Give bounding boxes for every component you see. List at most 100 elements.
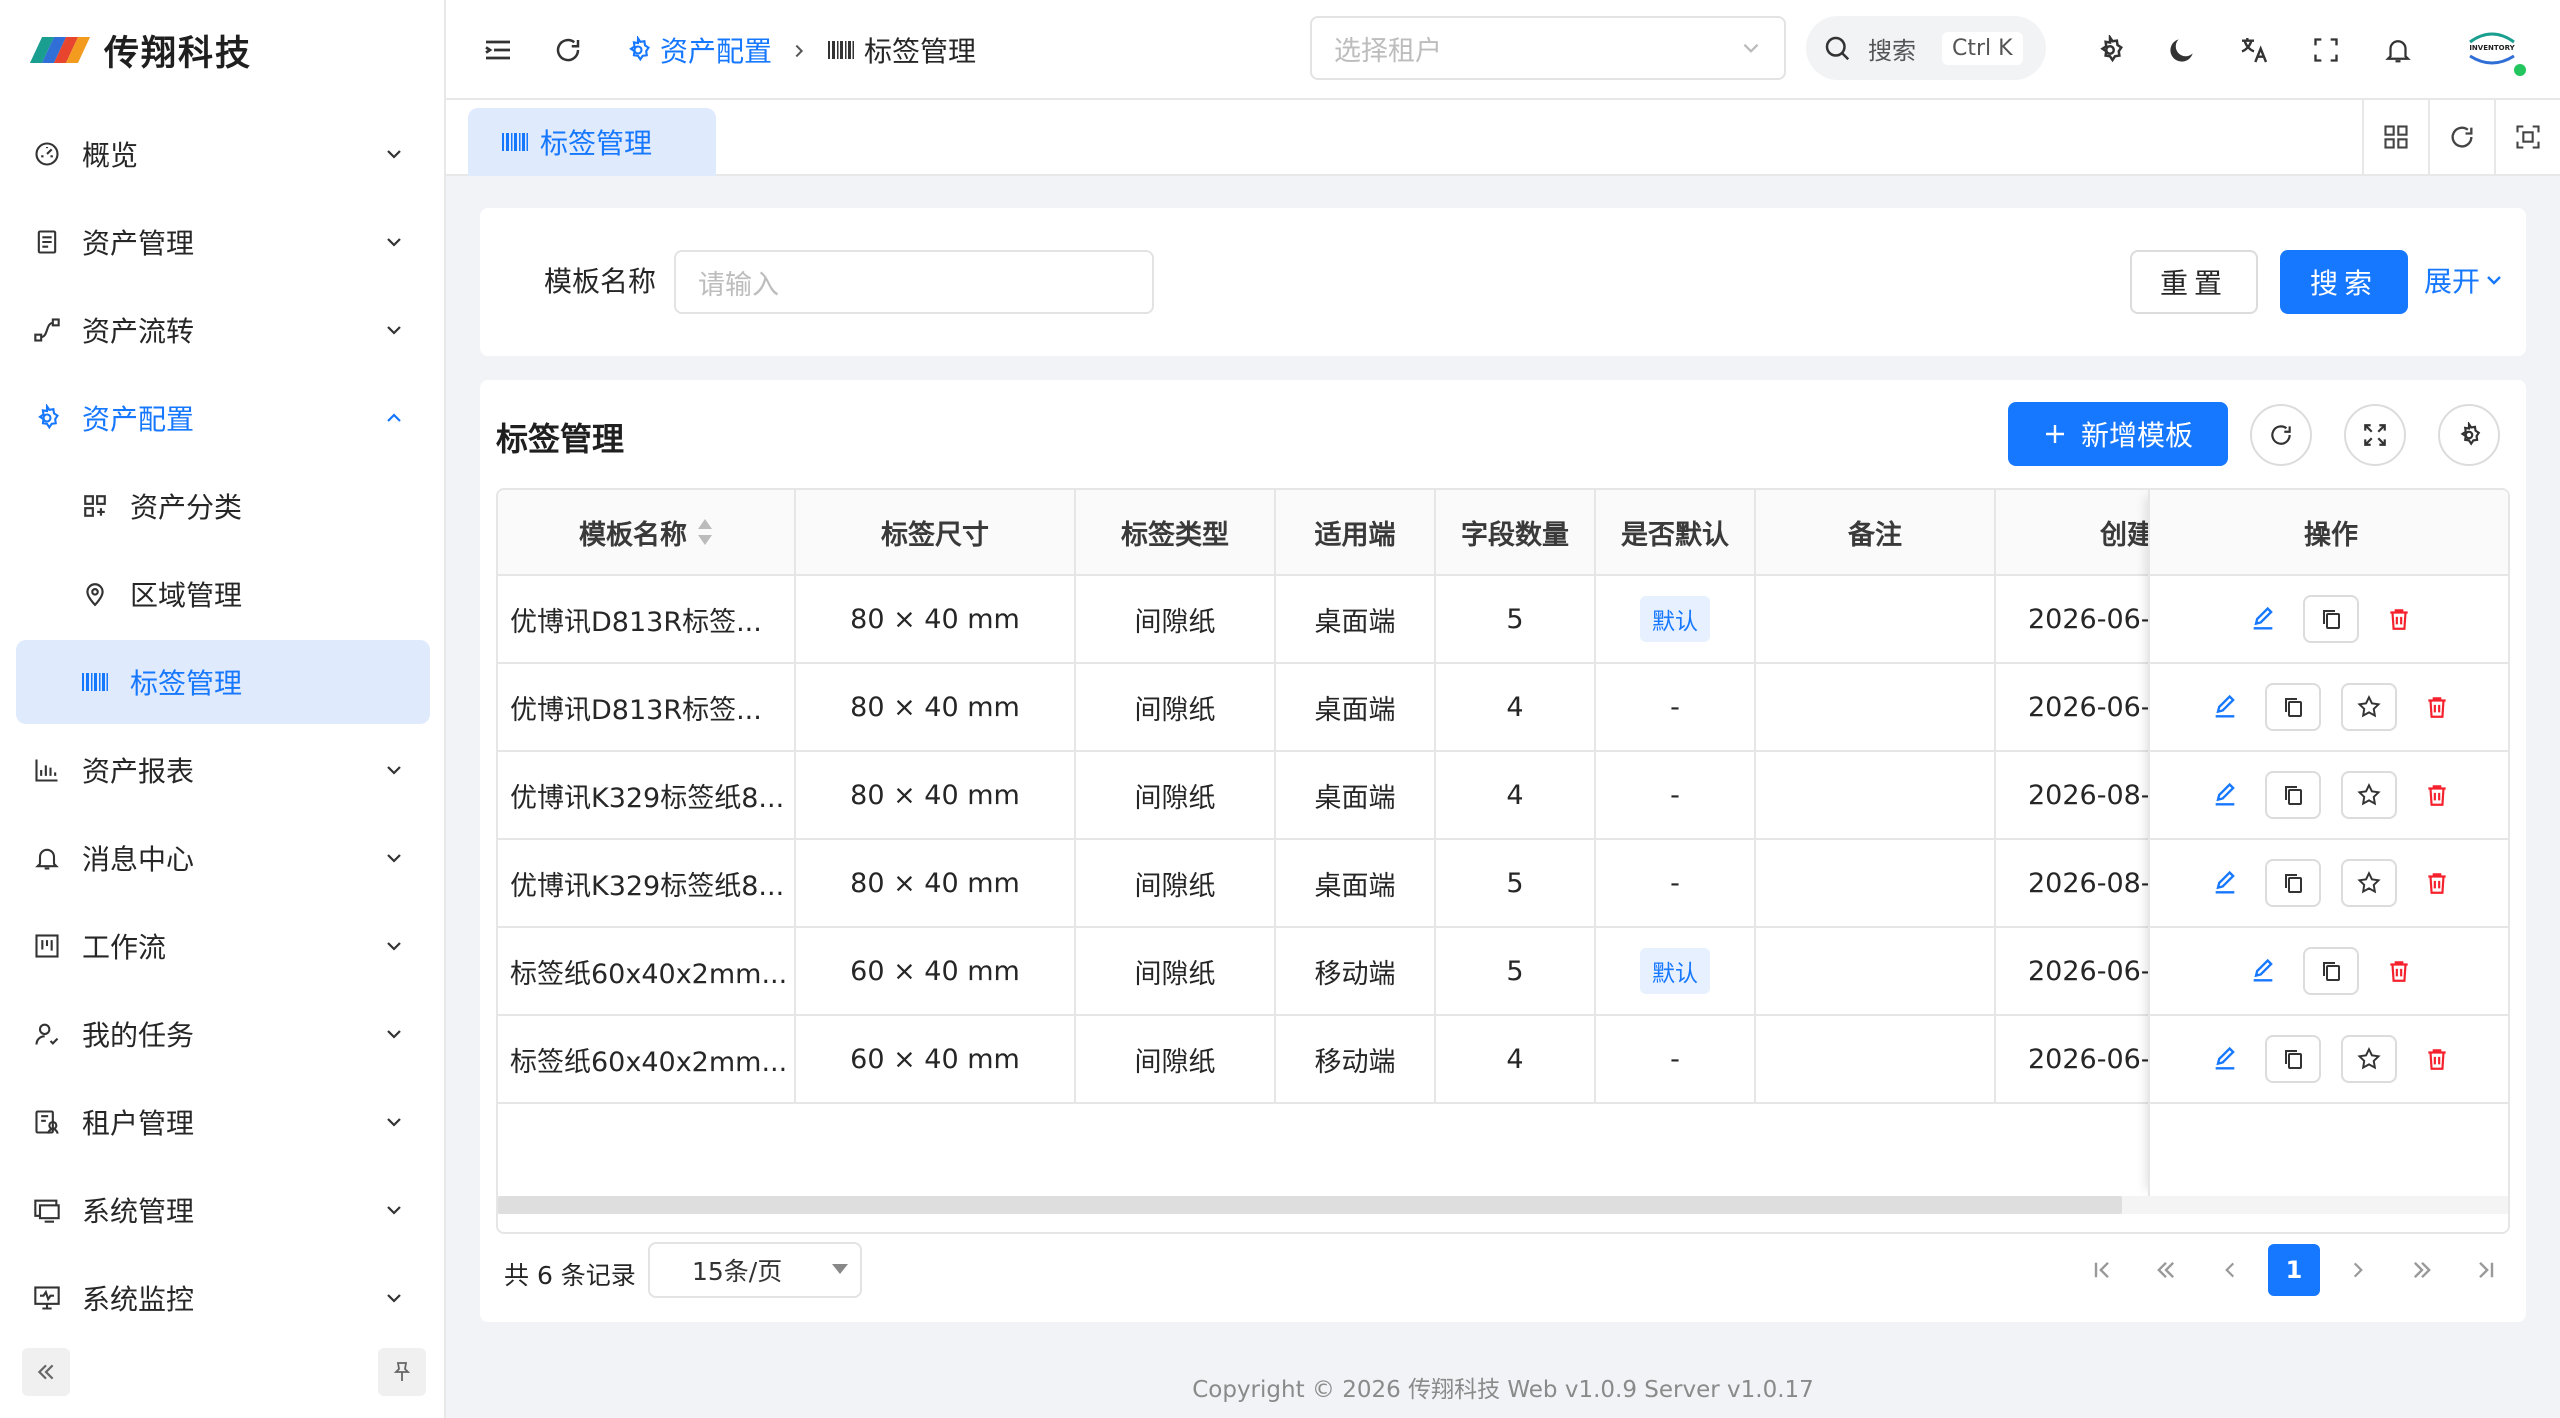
sidebar-item-asset-category[interactable]: 资产分类 [16, 464, 430, 548]
tab-maximize-button[interactable] [2494, 100, 2560, 174]
column-header-client: 适用端 [1276, 490, 1436, 574]
refresh-icon [2451, 126, 2473, 148]
edit-button[interactable] [2243, 599, 2283, 639]
template-name-label: 模板名称 [544, 265, 657, 298]
edit-button[interactable] [2205, 863, 2245, 903]
sidebar-item-message-center[interactable]: 消息中心 [16, 816, 430, 900]
sidebar-item-label: 资产分类 [130, 491, 243, 524]
moon-icon [2170, 39, 2193, 62]
prev-page-button[interactable] [2204, 1244, 2256, 1296]
copy-button[interactable] [2265, 683, 2321, 731]
cell-size: 80 × 40 mm [796, 840, 1076, 926]
sidebar-item-my-tasks[interactable]: 我的任务 [16, 992, 430, 1076]
collapse-sidebar-button[interactable] [22, 1348, 70, 1396]
copy-button[interactable] [2303, 595, 2359, 643]
delete-button[interactable] [2379, 599, 2419, 639]
last-page-button[interactable] [2460, 1244, 2512, 1296]
cell-remark [1756, 840, 1996, 926]
delete-button[interactable] [2417, 687, 2457, 727]
breadcrumb-item-asset-config[interactable]: 资产配置 [624, 30, 772, 70]
table-fullscreen-button[interactable] [2344, 404, 2406, 466]
sidebar-item-asset-report[interactable]: 资产报表 [16, 728, 430, 812]
flow-icon [32, 315, 62, 345]
sidebar-item-overview[interactable]: 概览 [16, 112, 430, 196]
settings-button[interactable] [2090, 30, 2130, 70]
set-default-button[interactable] [2341, 683, 2397, 731]
reset-button[interactable]: 重置 [2130, 250, 2258, 314]
chevron-down-icon [382, 142, 406, 166]
menu-toggle-button[interactable] [478, 30, 518, 70]
tenant-select[interactable]: 选择租户 [1310, 16, 1786, 80]
jump-prev-button[interactable] [2140, 1244, 2192, 1296]
delete-button[interactable] [2417, 775, 2457, 815]
table-refresh-button[interactable] [2250, 404, 2312, 466]
page-size-select[interactable]: 15条/页 [648, 1242, 862, 1298]
first-page-button[interactable] [2076, 1244, 2128, 1296]
theme-toggle-button[interactable] [2162, 30, 2202, 70]
sidebar-item-area-management[interactable]: 区域管理 [16, 552, 430, 636]
cell-template-name: 优博讯K329标签纸8... [498, 840, 796, 926]
cell-template-name: 标签纸60x40x2mm... [498, 1016, 796, 1102]
copy-button[interactable] [2265, 771, 2321, 819]
sidebar-item-label-management[interactable]: 标签管理 [16, 640, 430, 724]
notifications-button[interactable] [2378, 30, 2418, 70]
cell-client: 桌面端 [1276, 576, 1436, 662]
copy-button[interactable] [2265, 859, 2321, 907]
jump-next-button[interactable] [2396, 1244, 2448, 1296]
sort-icon[interactable] [697, 517, 713, 547]
cell-type: 间隙纸 [1076, 1016, 1276, 1102]
search-shortcut: Ctrl K [1942, 31, 2023, 65]
pin-sidebar-button[interactable] [378, 1348, 426, 1396]
cell-size: 60 × 40 mm [796, 1016, 1076, 1102]
add-template-button[interactable]: 新增模板 [2008, 402, 2228, 466]
document-icon [32, 227, 62, 257]
set-default-button[interactable] [2341, 859, 2397, 907]
scrollbar-thumb[interactable] [498, 1196, 2122, 1214]
barcode-icon [502, 133, 528, 151]
chevron-down-icon [382, 846, 406, 870]
edit-icon [2253, 958, 2273, 982]
next-page-button[interactable] [2332, 1244, 2384, 1296]
sidebar-item-system-monitor[interactable]: 系统监控 [16, 1256, 430, 1340]
edit-button[interactable] [2205, 775, 2245, 815]
maximize-icon [2516, 125, 2540, 149]
set-default-button[interactable] [2341, 771, 2397, 819]
refresh-icon [2271, 425, 2291, 445]
logo[interactable]: 传翔科技 [28, 24, 252, 76]
plus-icon [2045, 425, 2064, 443]
delete-button[interactable] [2379, 951, 2419, 991]
tab-grid-button[interactable] [2362, 100, 2428, 174]
table-settings-button[interactable] [2438, 404, 2500, 466]
cell-client: 移动端 [1276, 1016, 1436, 1102]
reload-button[interactable] [548, 30, 588, 70]
set-default-button[interactable] [2341, 1035, 2397, 1083]
copy-button[interactable] [2303, 947, 2359, 995]
dashboard-icon [32, 139, 62, 169]
sidebar-item-asset-config[interactable]: 资产配置 [16, 376, 430, 460]
edit-button[interactable] [2205, 687, 2245, 727]
delete-button[interactable] [2417, 1039, 2457, 1079]
delete-button[interactable] [2417, 863, 2457, 903]
edit-button[interactable] [2205, 1039, 2245, 1079]
language-button[interactable] [2234, 30, 2274, 70]
horizontal-scrollbar[interactable] [498, 1196, 2508, 1214]
tab-refresh-button[interactable] [2428, 100, 2494, 174]
search-button[interactable]: 搜索 [2280, 250, 2408, 314]
cell-client: 桌面端 [1276, 664, 1436, 750]
template-name-input[interactable]: 请输入 [674, 250, 1154, 314]
page-1-button[interactable]: 1 [2268, 1244, 2320, 1296]
tab-label-management[interactable]: 标签管理 [468, 108, 716, 176]
sidebar-item-workflow[interactable]: 工作流 [16, 904, 430, 988]
sidebar-item-asset-flow[interactable]: 资产流转 [16, 288, 430, 372]
global-search-button[interactable]: 搜索 Ctrl K [1806, 16, 2046, 80]
sidebar-item-tenant-management[interactable]: 租户管理 [16, 1080, 430, 1164]
copy-button[interactable] [2265, 1035, 2321, 1083]
column-header-template-name[interactable]: 模板名称 [498, 490, 796, 574]
expand-filter-button[interactable]: 展开 [2424, 260, 2504, 300]
edit-button[interactable] [2243, 951, 2283, 991]
fullscreen-button[interactable] [2306, 30, 2346, 70]
sidebar-item-system-management[interactable]: 系统管理 [16, 1168, 430, 1252]
edit-icon [2215, 870, 2235, 894]
sidebar-item-asset-management[interactable]: 资产管理 [16, 200, 430, 284]
star-icon [2357, 1047, 2381, 1070]
